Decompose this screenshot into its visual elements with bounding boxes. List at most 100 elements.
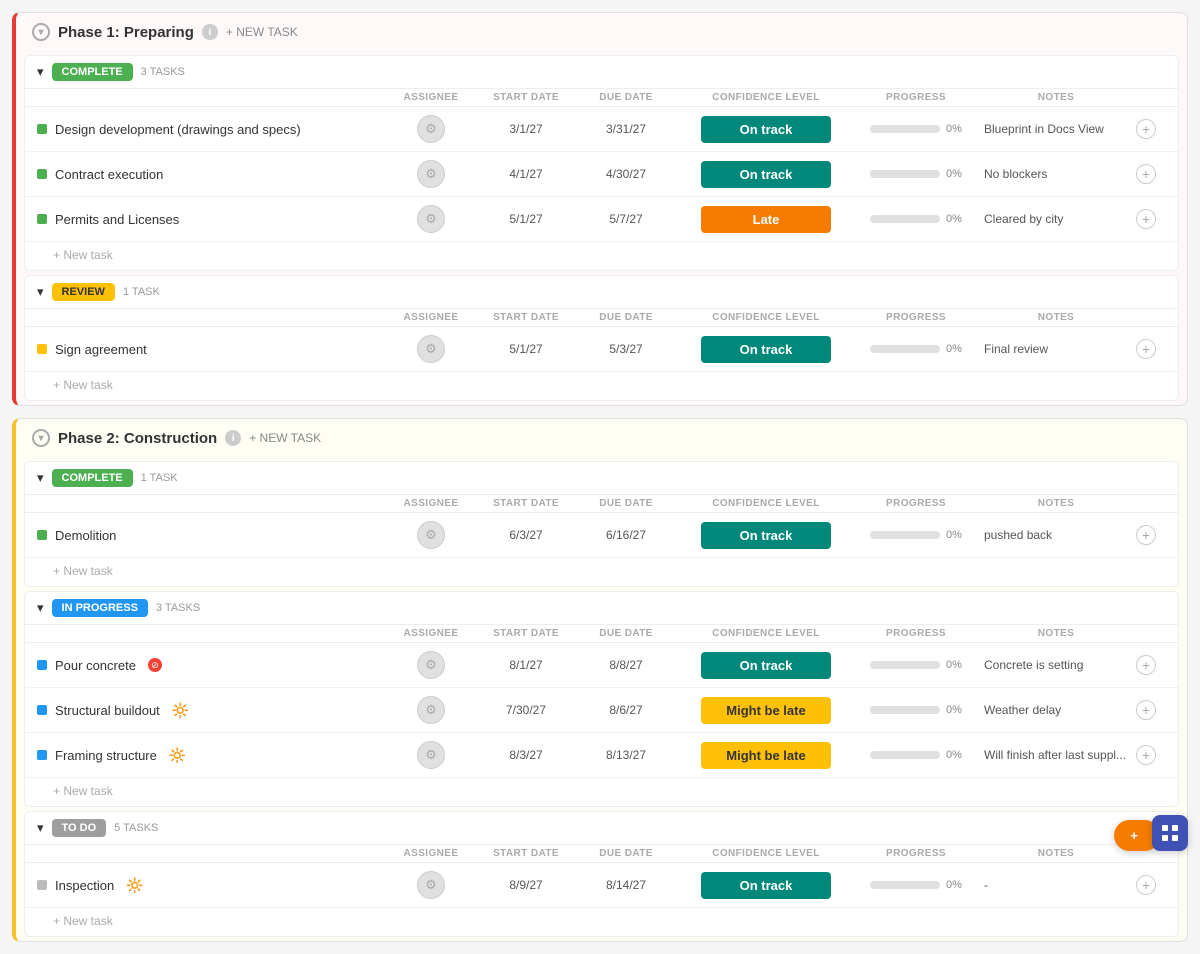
new-task-row[interactable]: + New task (25, 778, 1178, 806)
warning-icon: 🔆 (172, 702, 189, 719)
add-row-button[interactable]: + (1136, 655, 1156, 675)
confidence-badge[interactable]: On track (701, 161, 831, 188)
grid-icon (1161, 824, 1179, 842)
add-row-button[interactable]: + (1136, 700, 1156, 720)
column-headers: ASSIGNEESTART DATEDUE DATECONFIDENCE LEV… (25, 624, 1178, 643)
progress-bar (870, 531, 940, 539)
start-date: 8/1/27 (476, 658, 576, 672)
task-count: 5 TASKS (114, 822, 158, 834)
progress-bar (870, 170, 940, 178)
confidence-badge[interactable]: On track (701, 522, 831, 549)
avatar[interactable] (417, 335, 445, 363)
notes-cell: - (976, 878, 1136, 892)
confidence-badge[interactable]: On track (701, 116, 831, 143)
task-name-text[interactable]: Permits and Licenses (55, 212, 179, 227)
notes-cell: Blueprint in Docs View (976, 122, 1136, 136)
status-badge: COMPLETE (52, 469, 133, 487)
section-collapse-button[interactable]: ▾ (37, 470, 44, 486)
avatar[interactable] (417, 651, 445, 679)
task-name-text[interactable]: Structural buildout (55, 703, 160, 718)
column-headers: ASSIGNEESTART DATEDUE DATECONFIDENCE LEV… (25, 844, 1178, 863)
status-dot (37, 880, 47, 890)
table-row: Demolition6/3/276/16/27On track0%pushed … (25, 513, 1178, 558)
progress-bar (870, 215, 940, 223)
add-row-button[interactable]: + (1136, 119, 1156, 139)
due-date: 5/3/27 (576, 342, 676, 356)
section-header-row: ▾TO DO5 TASKS (25, 812, 1178, 844)
add-row-button[interactable]: + (1136, 209, 1156, 229)
progress-bar (870, 751, 940, 759)
status-dot (37, 169, 47, 179)
start-date: 6/3/27 (476, 528, 576, 542)
phase-new-task-button[interactable]: + NEW TASK (226, 25, 298, 39)
phase-block: ▾ Phase 1: Preparing i + NEW TASK ▾COMPLETE3… (12, 12, 1188, 406)
status-badge: IN PROGRESS (52, 599, 148, 617)
avatar[interactable] (417, 160, 445, 188)
task-name-text[interactable]: Design development (drawings and specs) (55, 122, 301, 137)
start-date: 7/30/27 (476, 703, 576, 717)
avatar[interactable] (417, 741, 445, 769)
due-date: 8/13/27 (576, 748, 676, 762)
new-task-row[interactable]: + New task (25, 908, 1178, 936)
section-wrapper: ▾COMPLETE3 TASKSASSIGNEESTART DATEDUE DA… (24, 55, 1179, 271)
task-name-text[interactable]: Demolition (55, 528, 116, 543)
status-dot (37, 660, 47, 670)
column-headers: ASSIGNEESTART DATEDUE DATECONFIDENCE LEV… (25, 88, 1178, 107)
add-row-button[interactable]: + (1136, 164, 1156, 184)
start-date: 3/1/27 (476, 122, 576, 136)
avatar[interactable] (417, 521, 445, 549)
confidence-badge[interactable]: Might be late (701, 697, 831, 724)
phase-title: Phase 1: Preparing (58, 24, 194, 41)
confidence-badge[interactable]: Might be late (701, 742, 831, 769)
task-name-text[interactable]: Inspection (55, 878, 114, 893)
phase-new-task-button[interactable]: + NEW TASK (249, 431, 321, 445)
add-row-button[interactable]: + (1136, 745, 1156, 765)
progress-bar (870, 881, 940, 889)
start-date: 5/1/27 (476, 342, 576, 356)
new-task-row[interactable]: + New task (25, 242, 1178, 270)
due-date: 3/31/27 (576, 122, 676, 136)
section-collapse-button[interactable]: ▾ (37, 284, 44, 300)
add-row-button[interactable]: + (1136, 339, 1156, 359)
phase-collapse-button[interactable]: ▾ (32, 23, 50, 41)
section-collapse-button[interactable]: ▾ (37, 600, 44, 616)
info-icon[interactable]: i (202, 24, 218, 40)
confidence-badge[interactable]: On track (701, 336, 831, 363)
table-row: Permits and Licenses5/1/275/7/27Late0%Cl… (25, 197, 1178, 242)
task-name-text[interactable]: Sign agreement (55, 342, 147, 357)
avatar[interactable] (417, 871, 445, 899)
add-row-button[interactable]: + (1136, 875, 1156, 895)
start-date: 4/1/27 (476, 167, 576, 181)
start-date: 5/1/27 (476, 212, 576, 226)
new-task-row[interactable]: + New task (25, 372, 1178, 400)
due-date: 8/14/27 (576, 878, 676, 892)
section-header-row: ▾COMPLETE1 TASK (25, 462, 1178, 494)
due-date: 5/7/27 (576, 212, 676, 226)
avatar[interactable] (417, 115, 445, 143)
status-dot (37, 750, 47, 760)
warning-icon: 🔆 (169, 747, 186, 764)
confidence-badge[interactable]: Late (701, 206, 831, 233)
table-row: Design development (drawings and specs) 3… (25, 107, 1178, 152)
start-date: 8/3/27 (476, 748, 576, 762)
task-name-text[interactable]: Pour concrete (55, 658, 136, 673)
avatar[interactable] (417, 205, 445, 233)
phase-collapse-button[interactable]: ▾ (32, 429, 50, 447)
confidence-badge[interactable]: On track (701, 652, 831, 679)
status-dot (37, 344, 47, 354)
section-collapse-button[interactable]: ▾ (37, 820, 44, 836)
section-header-row: ▾IN PROGRESS3 TASKS (25, 592, 1178, 624)
info-icon[interactable]: i (225, 430, 241, 446)
status-dot (37, 214, 47, 224)
task-name-text[interactable]: Contract execution (55, 167, 163, 182)
section-collapse-button[interactable]: ▾ (37, 64, 44, 80)
task-name-text[interactable]: Framing structure (55, 748, 157, 763)
confidence-badge[interactable]: On track (701, 872, 831, 899)
start-date: 8/9/27 (476, 878, 576, 892)
notes-cell: Final review (976, 342, 1136, 356)
section-header-row: ▾REVIEW1 TASK (25, 276, 1178, 308)
avatar[interactable] (417, 696, 445, 724)
new-task-row[interactable]: + New task (25, 558, 1178, 586)
grid-view-button[interactable] (1152, 815, 1188, 851)
add-row-button[interactable]: + (1136, 525, 1156, 545)
